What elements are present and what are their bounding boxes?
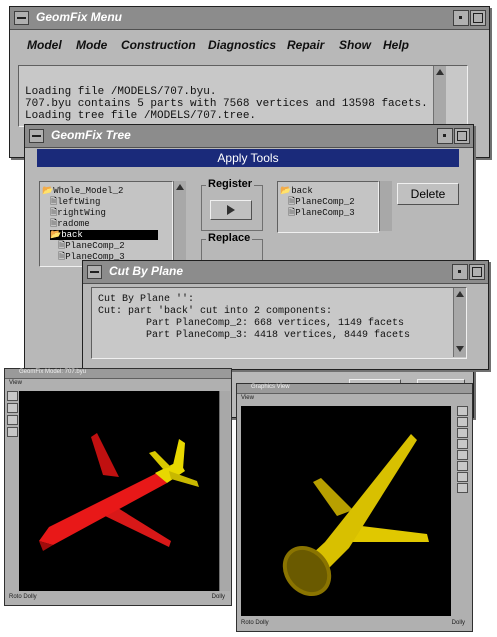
model-viewer-right: Graphics View View Roto Dolly Dolly (236, 383, 473, 632)
log-scrollbar[interactable] (433, 66, 446, 125)
left-status-left: Roto Dolly (9, 594, 37, 600)
maximize-icon[interactable] (470, 10, 486, 26)
left-viewer-status: Roto Dolly Dolly (9, 594, 227, 603)
tree-item-radome[interactable]: 🗎radome (50, 219, 90, 229)
model-viewer-left: GeomFix Model: 707.byu View Roto Dolly D… (4, 368, 232, 606)
delete-button[interactable]: Delete (397, 183, 459, 205)
menu-repair[interactable]: Repair (287, 38, 324, 52)
menu-mode[interactable]: Mode (76, 38, 107, 52)
cut-line-4: Part PlaneComp_3: 4418 vertices, 8449 fa… (98, 330, 411, 341)
log-line-2: 707.byu contains 5 parts with 7568 verti… (25, 98, 428, 110)
register-group: Register (201, 178, 263, 231)
tool-icon[interactable] (457, 417, 468, 427)
cut-line-1: Cut By Plane '': (98, 294, 195, 305)
tool-icon[interactable] (457, 450, 468, 460)
play-arrow-icon (227, 205, 235, 215)
left-status-right: Dolly (211, 594, 225, 600)
scroll-up-icon[interactable] (456, 291, 464, 297)
right-viewer-title: Graphics View (251, 384, 290, 390)
left-wing-shape (91, 433, 119, 477)
scroll-up-icon[interactable] (176, 184, 184, 190)
register-button[interactable] (210, 200, 252, 220)
scroll-down-icon[interactable] (456, 346, 464, 352)
tree-list[interactable]: 📂Whole_Model_2 🗎leftWing 🗎rightWing 🗎rad… (39, 181, 173, 267)
left-viewer-scrollbar[interactable] (219, 391, 230, 591)
right-viewer-status: Roto Dolly Dolly (241, 620, 467, 629)
tree-item-whole-model[interactable]: 📂Whole_Model_2 (42, 186, 123, 196)
horizontal-tail-left-shape (149, 451, 171, 469)
tool-icon[interactable] (457, 406, 468, 416)
cut-output-panel: Cut By Plane '': Cut: part 'back' cut in… (91, 287, 467, 359)
log-line-3: Loading tree file /MODELS/707.tree. (25, 110, 257, 122)
tree-item-planecomp-2[interactable]: 🗎PlaneComp_2 (58, 241, 125, 251)
menu-diagnostics[interactable]: Diagnostics (208, 38, 276, 52)
window-menu-icon[interactable] (14, 11, 29, 25)
menu-construction[interactable]: Construction (121, 38, 196, 52)
cut-line-3: Part PlaneComp_2: 668 vertices, 1149 fac… (98, 318, 405, 329)
horizontal-tail-shape (169, 471, 199, 487)
right-viewer-canvas[interactable] (241, 406, 451, 616)
tool-icon[interactable] (7, 403, 18, 413)
left-viewer-titlebar[interactable]: GeomFix Model: 707.byu (5, 369, 231, 379)
tool-icon[interactable] (7, 391, 18, 401)
tree-window-title: GeomFix Tree (51, 128, 131, 142)
tool-icon[interactable] (7, 415, 18, 425)
tree-item-back[interactable]: 📂back (50, 230, 158, 240)
window-menu-icon[interactable] (29, 129, 44, 143)
minimize-icon[interactable] (453, 10, 469, 26)
left-viewer-toolbar (7, 391, 18, 591)
scroll-up-icon[interactable] (436, 69, 444, 75)
menu-window-title: GeomFix Menu (36, 10, 123, 24)
tree-item-leftwing[interactable]: 🗎leftWing (50, 197, 100, 207)
tool-icon[interactable] (457, 472, 468, 482)
cut-line-2: Cut: part 'back' cut into 2 components: (98, 306, 333, 317)
replace-label: Replace (206, 232, 253, 244)
registered-item-planecomp-3[interactable]: 🗎PlaneComp_3 (288, 208, 355, 218)
cut-window-title: Cut By Plane (109, 264, 184, 278)
red-airplane-render (39, 433, 199, 551)
left-viewer-title: GeomFix Model: 707.byu (19, 369, 87, 375)
right-viewer-menu[interactable]: View (241, 395, 254, 401)
registered-scrollbar[interactable] (379, 181, 392, 231)
maximize-icon[interactable] (469, 264, 485, 280)
menu-help[interactable]: Help (383, 38, 409, 52)
tree-scrollbar[interactable] (173, 181, 186, 265)
right-status-right: Dolly (451, 620, 465, 626)
maximize-icon[interactable] (454, 128, 470, 144)
registered-item-planecomp-2[interactable]: 🗎PlaneComp_2 (288, 197, 355, 207)
right-viewer-toolbar (457, 406, 469, 616)
tool-icon[interactable] (7, 427, 18, 437)
right-viewer-titlebar[interactable]: Graphics View (237, 384, 472, 394)
log-line-1: Loading file /MODELS/707.byu. (25, 86, 217, 98)
far-wing-shape (313, 478, 353, 516)
registered-list[interactable]: 📂back 🗎PlaneComp_2 🗎PlaneComp_3 (277, 181, 379, 233)
window-menu-icon[interactable] (87, 265, 102, 279)
registered-item-back[interactable]: 📂back (280, 186, 313, 196)
minimize-icon[interactable] (437, 128, 453, 144)
tool-icon[interactable] (457, 439, 468, 449)
cut-scrollbar[interactable] (453, 288, 466, 357)
yellow-airplane-render (282, 434, 429, 597)
log-panel: Loading file /MODELS/707.byu. 707.byu co… (18, 65, 468, 127)
apply-tools-header: Apply Tools (37, 149, 459, 167)
cut-window-titlebar[interactable]: Cut By Plane (83, 261, 488, 284)
cut-by-plane-window: Cut By Plane Cut By Plane '': Cut: part … (82, 260, 489, 370)
tree-item-rightwing[interactable]: 🗎rightWing (50, 208, 106, 218)
menu-show[interactable]: Show (339, 38, 371, 52)
minimize-icon[interactable] (452, 264, 468, 280)
tree-window-titlebar[interactable]: GeomFix Tree (25, 125, 473, 148)
tool-icon[interactable] (457, 428, 468, 438)
left-viewer-menu[interactable]: View (9, 380, 22, 386)
register-label: Register (206, 178, 255, 190)
apply-tools-label: Apply Tools (217, 151, 279, 165)
tool-icon[interactable] (457, 461, 468, 471)
menu-window-titlebar[interactable]: GeomFix Menu (10, 7, 489, 30)
menu-bar: Model Mode Construction Diagnostics Repa… (10, 30, 489, 62)
tool-icon[interactable] (457, 483, 468, 493)
menu-model[interactable]: Model (27, 38, 62, 52)
vertical-tail-shape (173, 439, 185, 469)
left-viewer-canvas[interactable] (19, 391, 219, 591)
right-status-left: Roto Dolly (241, 620, 269, 626)
